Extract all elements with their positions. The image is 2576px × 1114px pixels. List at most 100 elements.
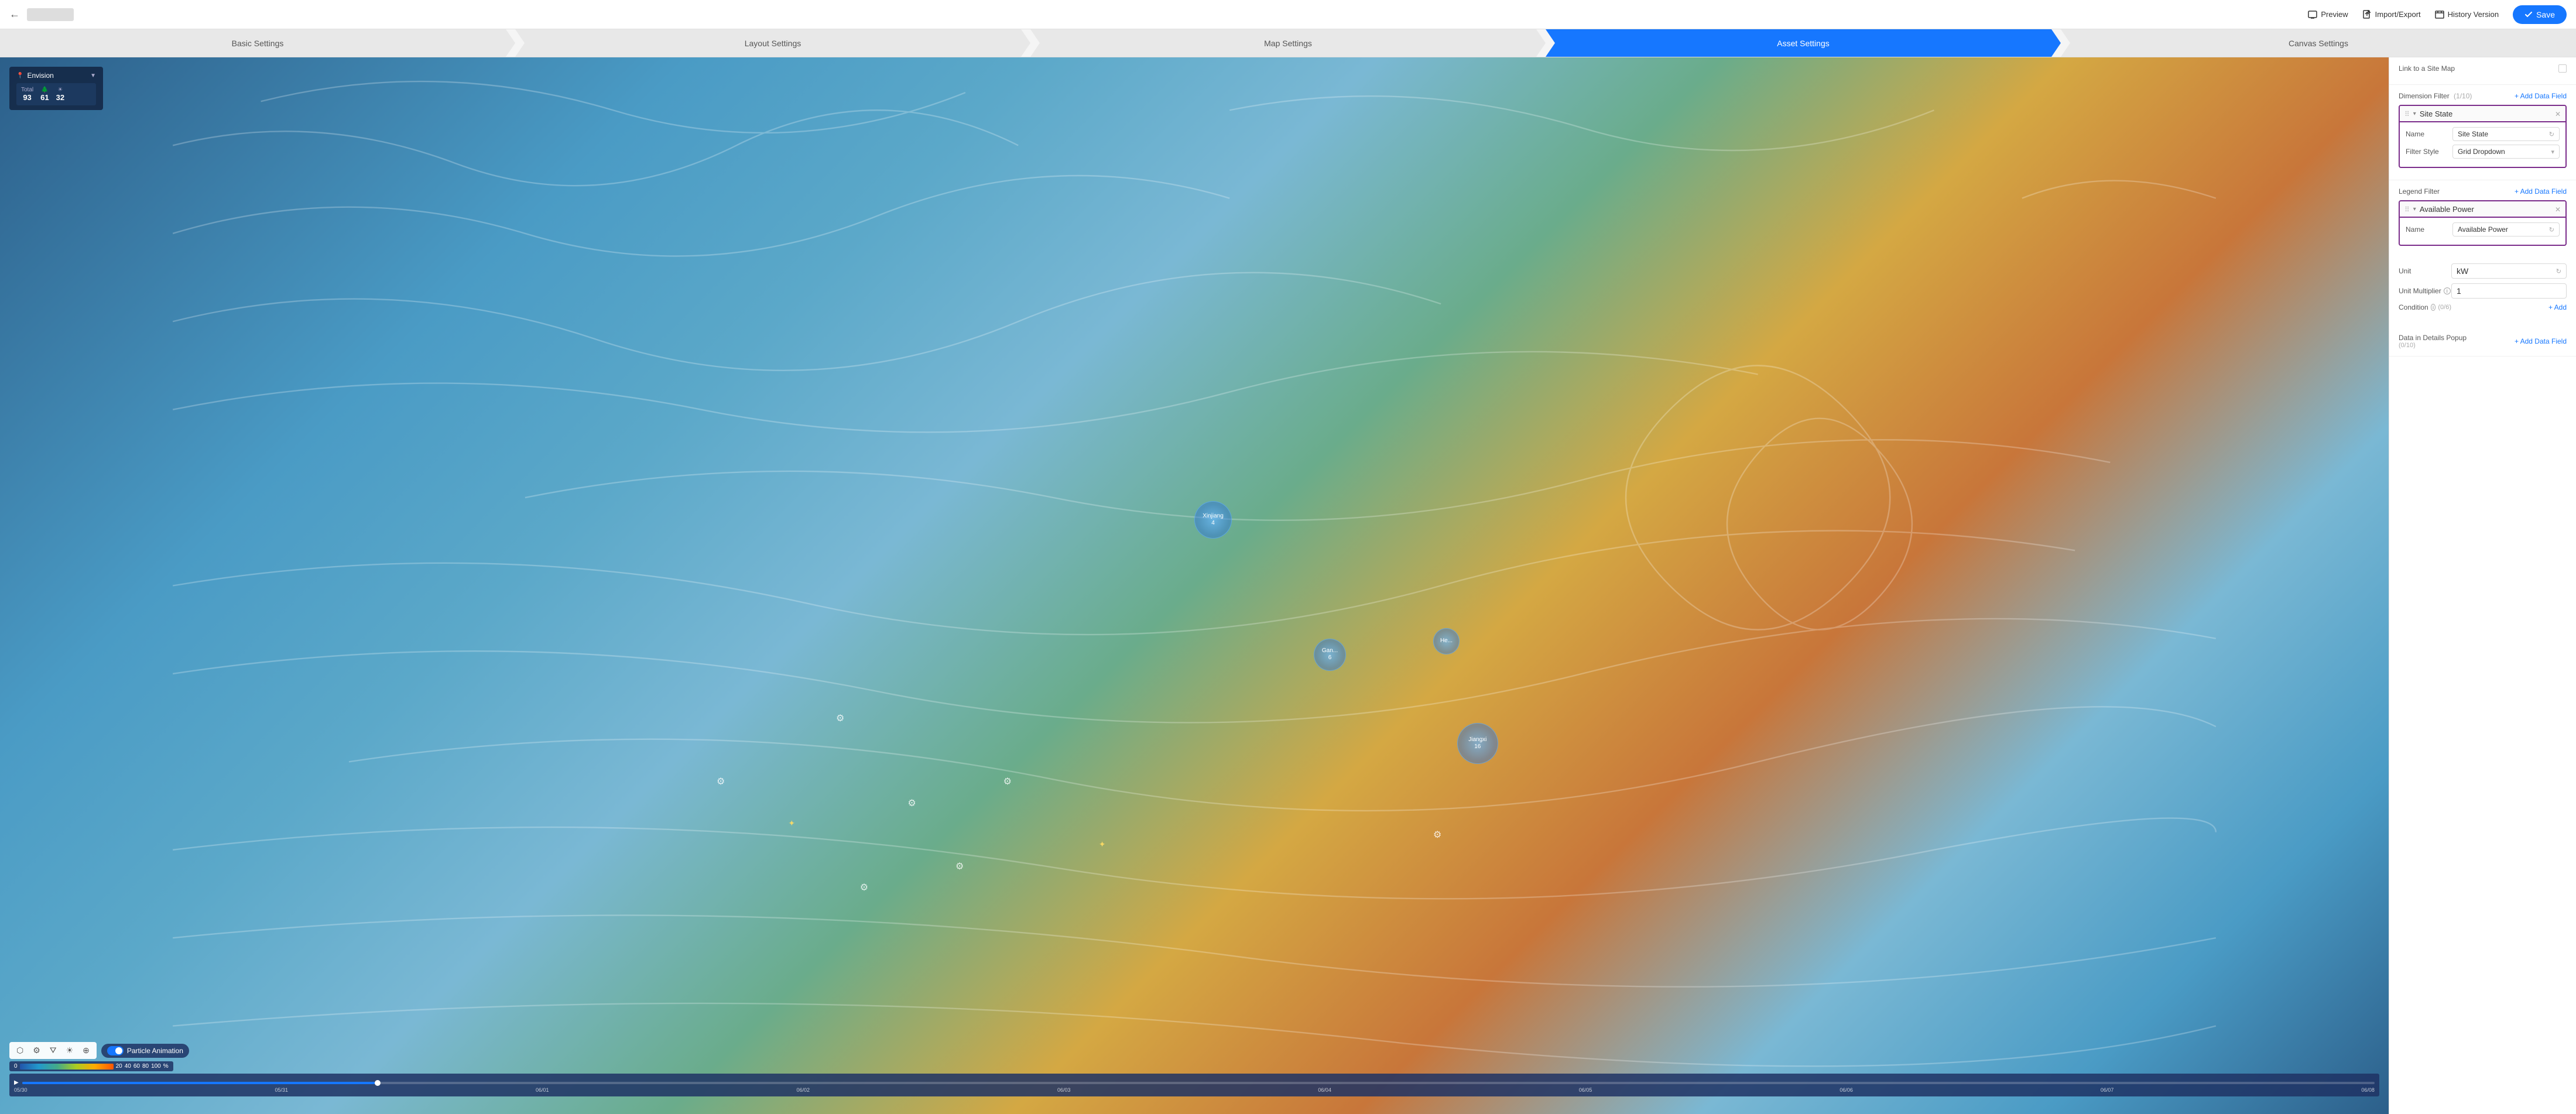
share-icon[interactable]: ⬡ [14, 1044, 26, 1057]
map-toolbar: ⬡ ⚙ ⛛ ☀ ⊕ Particle Animation 0 20 4 [9, 1042, 2379, 1096]
wind-icon[interactable]: ⚙ [30, 1044, 43, 1057]
drag-handle-icon[interactable]: ⠿ [2404, 110, 2410, 118]
condition-row: Condition i (0/6) + Add [2399, 303, 2567, 311]
filter-style-select[interactable]: Grid Dropdown ▾ [2452, 145, 2560, 159]
step-layout[interactable]: Layout Settings [515, 29, 1030, 57]
legend-filter-section: Legend Filter + Add Data Field ⠿ ▾ Avail… [2389, 180, 2576, 258]
stat-total: Total 93 [21, 87, 33, 102]
add-dimension-field-button[interactable]: + Add Data Field [2515, 92, 2567, 100]
turbine-icon: ⚙ [1003, 776, 1012, 787]
add-condition-button[interactable]: + Add [2548, 303, 2567, 311]
solar-icon: ✦ [1099, 839, 1106, 849]
available-power-filter: ⠿ ▾ Available Power ✕ Name Available Pow… [2399, 200, 2567, 246]
info-icon: i [2444, 287, 2451, 294]
preview-button[interactable]: Preview [2308, 10, 2348, 19]
unit-row: Unit kW ↻ [2399, 263, 2567, 279]
chevron-down-icon[interactable]: ▾ [2551, 148, 2554, 156]
close-filter-button[interactable]: ✕ [2555, 110, 2561, 118]
link-site-map-section: Link to a Site Map [2389, 57, 2576, 85]
logo [27, 8, 74, 21]
legend-name-input[interactable]: Available Power ↻ [2452, 222, 2560, 236]
turbine-icon: ⚙ [907, 797, 916, 809]
step-canvas[interactable]: Canvas Settings [2061, 29, 2576, 57]
field-name-row: Name Site State ↻ [2406, 127, 2560, 141]
data-popup-count: (0/10) [2399, 342, 2467, 349]
sync-icon[interactable]: ↻ [2549, 226, 2554, 234]
color-scale: 0 20 40 60 80 100 % [9, 1061, 173, 1071]
stat-solar: ☀ 32 [56, 87, 64, 102]
turbine-icon: ⚙ [717, 776, 725, 787]
step-map[interactable]: Map Settings [1030, 29, 1546, 57]
main-layout: 📍 Envision ▼ Total 93 🌲 61 ☀ 32 [0, 57, 2576, 1114]
map-area: 📍 Envision ▼ Total 93 🌲 61 ☀ 32 [0, 57, 2389, 1114]
map-canvas: 📍 Envision ▼ Total 93 🌲 61 ☀ 32 [0, 57, 2389, 1114]
filter-body: Name Site State ↻ Filter Style Grid Drop… [2399, 121, 2567, 168]
location-xinjiang: Xinjiang4 [1194, 501, 1232, 539]
close-legend-filter-button[interactable]: ✕ [2555, 205, 2561, 214]
field-name-label: Name [2406, 130, 2452, 138]
save-button[interactable]: Save [2513, 5, 2567, 24]
import-export-button[interactable]: Import/Export [2362, 10, 2421, 19]
unit-label: Unit [2399, 267, 2451, 275]
filter-style-row: Filter Style Grid Dropdown ▾ [2406, 145, 2560, 159]
legend-filter-header: ⠿ ▾ Available Power ✕ [2400, 201, 2565, 218]
turbine-icon: ⚙ [1433, 829, 1441, 841]
history-version-button[interactable]: History Version [2435, 10, 2499, 19]
timeline: ▶ 05/3005/3106/0106/02 06/0306/0406/0506… [9, 1074, 2379, 1096]
filter-style-label: Filter Style [2406, 148, 2452, 156]
chevron-down-icon[interactable]: ▾ [2413, 206, 2416, 212]
turbine-icon: ⚙ [836, 712, 844, 724]
legend-filter-label: Legend Filter [2399, 187, 2440, 196]
link-site-map-checkbox[interactable] [2558, 64, 2567, 73]
dimension-filter-label: Dimension Filter (1/10) [2399, 92, 2472, 100]
solar-icon: ✦ [788, 818, 795, 828]
topbar: ← Preview Import/Export History Version [0, 0, 2576, 29]
map-location: 📍 Envision ▼ [16, 71, 96, 80]
add-popup-field-button[interactable]: + Add Data Field [2515, 337, 2567, 345]
timeline-dates: 05/3005/3106/0106/02 06/0306/0406/0506/0… [14, 1087, 2375, 1093]
particle-animation-toggle[interactable]: Particle Animation [101, 1044, 189, 1058]
unit-multiplier-label: Unit Multiplier i [2399, 287, 2451, 295]
data-popup-section: Data in Details Popup (0/10) + Add Data … [2389, 322, 2576, 357]
turbine-icon: ⚙ [955, 861, 964, 872]
right-panel: Link to a Site Map Dimension Filter (1/1… [2389, 57, 2576, 1114]
unit-multiplier-input[interactable]: 1 [2451, 283, 2567, 299]
field-name-input[interactable]: Site State ↻ [2452, 127, 2560, 141]
filter-icon[interactable]: ⛛ [47, 1044, 59, 1057]
legend-name-label: Name [2406, 225, 2452, 234]
site-state-filter: ⠿ ▾ Site State ✕ Name Site State ↻ Filte… [2399, 105, 2567, 168]
sun2-icon[interactable]: ☀ [64, 1044, 76, 1057]
add-legend-field-button[interactable]: + Add Data Field [2515, 187, 2567, 196]
location-jiangxi: Jiangxi16 [1457, 723, 1498, 764]
toolbar-icons: ⬡ ⚙ ⛛ ☀ ⊕ [9, 1042, 97, 1059]
unit-multiplier-row: Unit Multiplier i 1 [2399, 283, 2567, 299]
condition-label: Condition i (0/6) [2399, 303, 2451, 311]
sync-icon[interactable]: ↻ [2549, 131, 2554, 138]
play-button[interactable]: ▶ [14, 1079, 19, 1086]
legend-filter-body: Name Available Power ↻ [2399, 217, 2567, 246]
stat-wind: 🌲 61 [40, 87, 49, 102]
map-info-box: 📍 Envision ▼ Total 93 🌲 61 ☀ 32 [9, 67, 103, 110]
info-icon: i [2431, 304, 2436, 311]
map-stats: Total 93 🌲 61 ☀ 32 [16, 83, 96, 105]
step-asset[interactable]: Asset Settings [1546, 29, 2061, 57]
filter-header: ⠿ ▾ Site State ✕ [2400, 106, 2565, 122]
step-basic[interactable]: Basic Settings [0, 29, 515, 57]
settings2-icon[interactable]: ⊕ [80, 1044, 92, 1057]
back-button[interactable]: ← [9, 8, 20, 20]
turbine-icon: ⚙ [860, 882, 868, 893]
drag-handle-icon[interactable]: ⠿ [2404, 205, 2410, 214]
chevron-down-icon[interactable]: ▾ [2413, 111, 2416, 117]
unit-input[interactable]: kW ↻ [2451, 263, 2567, 279]
filter-name: Site State [2420, 109, 2551, 118]
legend-name-row: Name Available Power ↻ [2406, 222, 2560, 236]
steps-nav: Basic Settings Layout Settings Map Setti… [0, 29, 2576, 57]
dimension-filter-section: Dimension Filter (1/10) + Add Data Field… [2389, 85, 2576, 180]
legend-filter-name: Available Power [2420, 205, 2551, 214]
data-popup-label: Data in Details Popup [2399, 334, 2467, 342]
topbar-actions: Preview Import/Export History Version Sa… [2308, 5, 2567, 24]
bottom-fields: Unit kW ↻ Unit Multiplier i 1 Condition [2389, 258, 2576, 322]
location-henan: He... [1433, 628, 1460, 654]
color-bar [20, 1064, 114, 1070]
sync-icon[interactable]: ↻ [2556, 268, 2561, 275]
